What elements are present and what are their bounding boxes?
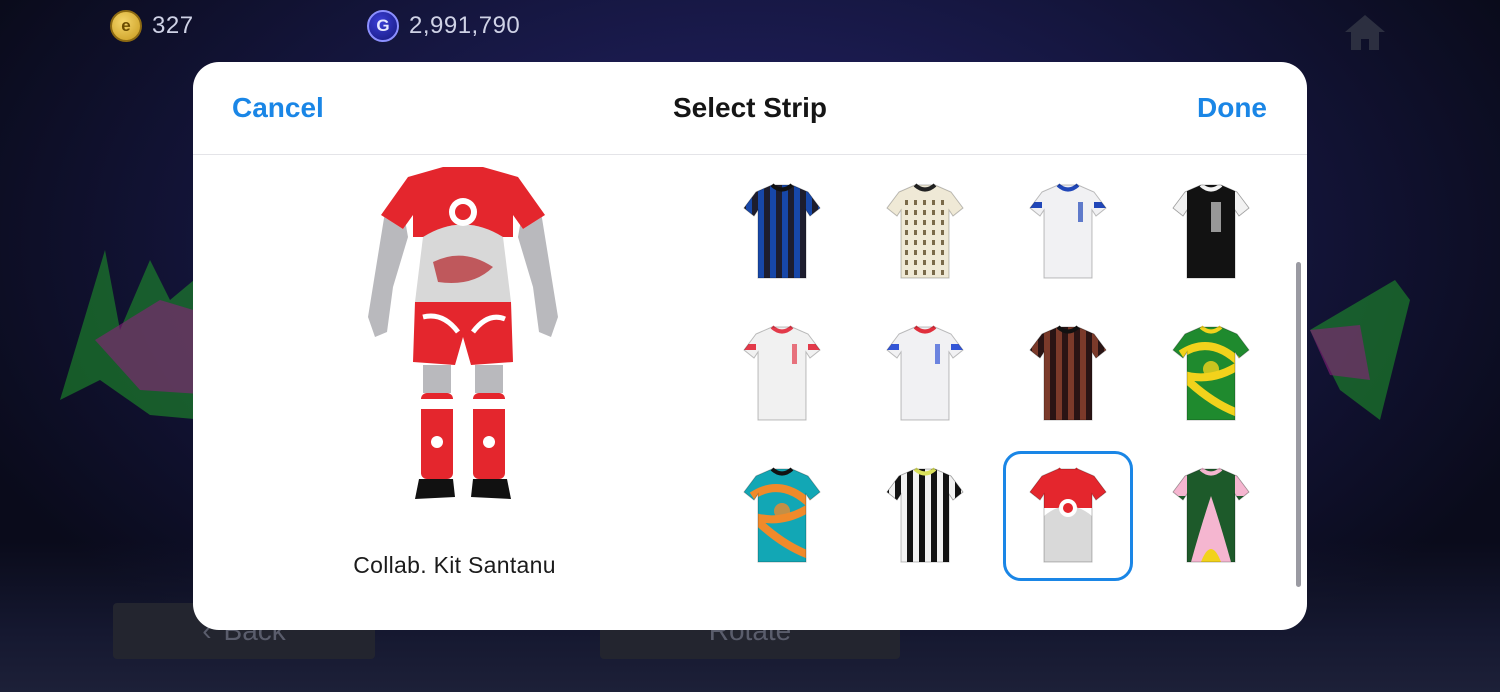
efootball-coin-icon: e bbox=[110, 10, 142, 42]
strip-teal-tie-dye[interactable] bbox=[717, 451, 847, 581]
jersey-icon bbox=[1029, 325, 1107, 421]
coins-counter[interactable]: e 327 bbox=[110, 10, 194, 42]
jersey-icon bbox=[743, 325, 821, 421]
strip-red-white-collab[interactable] bbox=[1003, 451, 1133, 581]
dialog-title: Select Strip bbox=[672, 92, 828, 123]
jersey-icon bbox=[886, 183, 964, 279]
top-bar: e 327 G 2,991,790 bbox=[0, 0, 1500, 58]
strip-blue-black-stripes[interactable] bbox=[717, 167, 847, 297]
gp-amount: 2,991,790 bbox=[409, 12, 521, 39]
jersey-icon bbox=[1172, 325, 1250, 421]
jersey-icon bbox=[1172, 467, 1250, 563]
jersey-icon bbox=[1029, 183, 1107, 279]
select-strip-dialog: Cancel Select Strip Done Collab. Kit San… bbox=[193, 62, 1307, 630]
jersey-icon bbox=[1172, 183, 1250, 279]
strip-green-yellow-swirl[interactable] bbox=[1146, 309, 1276, 439]
done-button[interactable]: Done bbox=[1197, 92, 1267, 124]
coins-amount: 327 bbox=[152, 12, 194, 39]
jersey-icon bbox=[886, 325, 964, 421]
strip-white-red-accent[interactable] bbox=[717, 309, 847, 439]
selected-kit-name: Collab. Kit Santanu bbox=[353, 552, 556, 578]
strip-black-white-sleeves[interactable] bbox=[1146, 167, 1276, 297]
kit-preview-mannequin[interactable] bbox=[363, 167, 563, 527]
gp-coin-icon: G bbox=[367, 10, 399, 42]
strip-white-blue-red[interactable] bbox=[860, 309, 990, 439]
strip-green-pink-flame[interactable] bbox=[1146, 451, 1276, 581]
jersey-icon bbox=[743, 183, 821, 279]
strip-grid-scrollbar[interactable] bbox=[1296, 262, 1301, 587]
jersey-icon bbox=[743, 467, 821, 563]
gp-counter[interactable]: G 2,991,790 bbox=[367, 10, 520, 42]
jersey-icon bbox=[886, 467, 964, 563]
jersey-icon bbox=[1029, 467, 1107, 563]
strip-grid bbox=[710, 167, 1290, 597]
strip-cream-pattern[interactable] bbox=[860, 167, 990, 297]
home-icon[interactable] bbox=[1343, 12, 1387, 52]
strip-black-white-stripes[interactable] bbox=[860, 451, 990, 581]
strip-dark-brown-floral[interactable] bbox=[1003, 309, 1133, 439]
strip-white-blue-collar[interactable] bbox=[1003, 167, 1133, 297]
dialog-header: Cancel Select Strip Done bbox=[193, 62, 1307, 155]
